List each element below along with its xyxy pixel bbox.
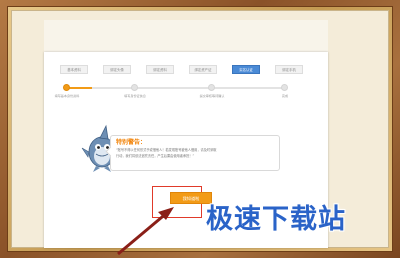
tab-bind-phone[interactable]: 绑定手机 bbox=[275, 65, 303, 74]
warning-title: 特别警告： bbox=[116, 139, 147, 146]
page-header-area bbox=[44, 20, 328, 52]
tab-basic-info[interactable]: 基本资料 bbox=[60, 65, 88, 74]
tab-bind-info[interactable]: 绑定资料 bbox=[146, 65, 174, 74]
warning-text-line-2: 行动，我们将依法追究责任，产生后果由使用者承担！” bbox=[116, 154, 195, 158]
step-label-1: 填写基本身份资料 bbox=[54, 94, 80, 98]
profile-tabs: 基本资料 绑定头像 绑定资料 绑定资产证 实名认证 绑定手机 bbox=[60, 65, 310, 74]
warning-text-line-1: “账号不得以任何形式予或借他人！若发现账号被他人借用，请及时采取 bbox=[116, 148, 217, 152]
progress-track bbox=[66, 87, 284, 89]
step-label-2: 填写身份证信息 bbox=[124, 94, 146, 98]
tab-bind-assets[interactable]: 绑定资产证 bbox=[189, 65, 217, 74]
step-dot-2 bbox=[131, 84, 138, 91]
step-dot-4 bbox=[281, 84, 288, 91]
step-label-4: 完成 bbox=[281, 94, 289, 98]
watermark-text: 极速下载站 bbox=[206, 204, 346, 235]
tab-bind-avatar[interactable]: 绑定头像 bbox=[103, 65, 131, 74]
step-label-3: 提交审核等待确认 bbox=[199, 94, 225, 98]
tab-real-name[interactable]: 实名认证 bbox=[232, 65, 260, 74]
step-dot-3 bbox=[208, 84, 215, 91]
warning-bubble: 特别警告： “账号不得以任何形式予或借他人！若发现账号被他人借用，请及时采取 行… bbox=[110, 135, 280, 171]
step-dot-1 bbox=[63, 84, 70, 91]
